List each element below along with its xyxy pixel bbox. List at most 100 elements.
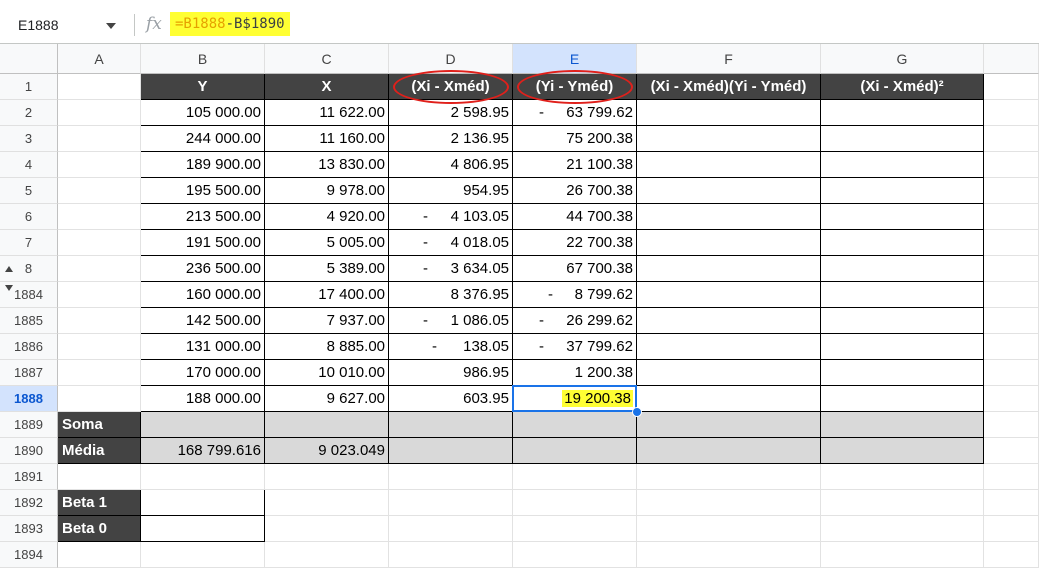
column-header-c[interactable]: C xyxy=(265,44,389,74)
cell-a1889[interactable]: Soma xyxy=(58,412,141,438)
cell-b3[interactable]: 244 000.00 xyxy=(141,126,265,152)
cell-c1[interactable]: X xyxy=(265,74,389,100)
cell-c4[interactable]: 13 830.00 xyxy=(265,152,389,178)
cell-extra-3[interactable] xyxy=(984,126,1039,152)
cell-d1[interactable]: (Xi - Xméd) xyxy=(389,74,513,100)
cell-extra-7[interactable] xyxy=(984,230,1039,256)
cell-a1884[interactable] xyxy=(58,282,141,308)
cell-extra-1[interactable] xyxy=(984,74,1039,100)
cell-c1885[interactable]: 7 937.00 xyxy=(265,308,389,334)
cell-d1890[interactable] xyxy=(389,438,513,464)
cell-d7[interactable]: 4 018.05 - xyxy=(389,230,513,256)
cell-f1894[interactable] xyxy=(637,542,821,568)
row-header-8[interactable]: 8 xyxy=(0,256,58,282)
cell-f1[interactable]: (Xi - Xméd)(Yi - Yméd) xyxy=(637,74,821,100)
cell-e1886[interactable]: 37 799.62 - xyxy=(513,334,637,360)
collapse-down-icon[interactable] xyxy=(5,285,13,291)
cell-f1892[interactable] xyxy=(637,490,821,516)
column-header-a[interactable]: A xyxy=(58,44,141,74)
cell-extra-1892[interactable] xyxy=(984,490,1039,516)
cell-extra-1886[interactable] xyxy=(984,334,1039,360)
cell-e3[interactable]: 75 200.38 xyxy=(513,126,637,152)
cell-f1893[interactable] xyxy=(637,516,821,542)
cell-d1892[interactable] xyxy=(389,490,513,516)
cell-d1884[interactable]: 8 376.95 xyxy=(389,282,513,308)
cell-d3[interactable]: 2 136.95 xyxy=(389,126,513,152)
cell-g1884[interactable] xyxy=(821,282,984,308)
cell-d1889[interactable] xyxy=(389,412,513,438)
cell-g1890[interactable] xyxy=(821,438,984,464)
cell-f4[interactable] xyxy=(637,152,821,178)
cell-d1888[interactable]: 603.95 xyxy=(389,386,513,412)
cell-extra-1884[interactable] xyxy=(984,282,1039,308)
cell-b1892[interactable] xyxy=(141,490,265,516)
cell-g6[interactable] xyxy=(821,204,984,230)
cell-b1893[interactable] xyxy=(141,516,265,542)
cell-b1891[interactable] xyxy=(141,464,265,490)
cell-f3[interactable] xyxy=(637,126,821,152)
cell-e1893[interactable] xyxy=(513,516,637,542)
cell-f1890[interactable] xyxy=(637,438,821,464)
row-header-1894[interactable]: 1894 xyxy=(0,542,58,568)
cell-b1886[interactable]: 131 000.00 xyxy=(141,334,265,360)
cell-c1891[interactable] xyxy=(265,464,389,490)
cell-g1887[interactable] xyxy=(821,360,984,386)
cell-c1888[interactable]: 9 627.00 xyxy=(265,386,389,412)
cell-e1885[interactable]: 26 299.62 - xyxy=(513,308,637,334)
cell-b1885[interactable]: 142 500.00 xyxy=(141,308,265,334)
cell-f1891[interactable] xyxy=(637,464,821,490)
cell-d1894[interactable] xyxy=(389,542,513,568)
cell-a6[interactable] xyxy=(58,204,141,230)
cell-f1884[interactable] xyxy=(637,282,821,308)
row-header-1890[interactable]: 1890 xyxy=(0,438,58,464)
cell-e8[interactable]: 67 700.38 xyxy=(513,256,637,282)
cell-a8[interactable] xyxy=(58,256,141,282)
column-header-f[interactable]: F xyxy=(637,44,821,74)
column-header-extra[interactable] xyxy=(984,44,1039,74)
cell-g5[interactable] xyxy=(821,178,984,204)
cell-a1894[interactable] xyxy=(58,542,141,568)
cell-a1887[interactable] xyxy=(58,360,141,386)
cell-extra-5[interactable] xyxy=(984,178,1039,204)
cell-c1887[interactable]: 10 010.00 xyxy=(265,360,389,386)
row-header-1884[interactable]: 1884 xyxy=(0,282,58,308)
cell-b1888[interactable]: 188 000.00 xyxy=(141,386,265,412)
cell-extra-2[interactable] xyxy=(984,100,1039,126)
cell-b4[interactable]: 189 900.00 xyxy=(141,152,265,178)
cell-g1892[interactable] xyxy=(821,490,984,516)
row-header-1892[interactable]: 1892 xyxy=(0,490,58,516)
cell-f1885[interactable] xyxy=(637,308,821,334)
row-header-1889[interactable]: 1889 xyxy=(0,412,58,438)
chevron-down-icon[interactable] xyxy=(106,23,116,29)
fill-handle[interactable] xyxy=(632,407,642,417)
cell-e1887[interactable]: 1 200.38 xyxy=(513,360,637,386)
row-header-1891[interactable]: 1891 xyxy=(0,464,58,490)
cell-c1886[interactable]: 8 885.00 xyxy=(265,334,389,360)
cell-a1886[interactable] xyxy=(58,334,141,360)
cell-d8[interactable]: 3 634.05 - xyxy=(389,256,513,282)
cell-c6[interactable]: 4 920.00 xyxy=(265,204,389,230)
cell-d1891[interactable] xyxy=(389,464,513,490)
cell-extra-8[interactable] xyxy=(984,256,1039,282)
cell-d1893[interactable] xyxy=(389,516,513,542)
cell-e7[interactable]: 22 700.38 xyxy=(513,230,637,256)
cell-a4[interactable] xyxy=(58,152,141,178)
cell-extra-6[interactable] xyxy=(984,204,1039,230)
cell-extra-1894[interactable] xyxy=(984,542,1039,568)
cell-a5[interactable] xyxy=(58,178,141,204)
cell-b7[interactable]: 191 500.00 xyxy=(141,230,265,256)
cell-a1885[interactable] xyxy=(58,308,141,334)
cell-f8[interactable] xyxy=(637,256,821,282)
cell-e4[interactable]: 21 100.38 xyxy=(513,152,637,178)
row-header-2[interactable]: 2 xyxy=(0,100,58,126)
cell-b1889[interactable] xyxy=(141,412,265,438)
cell-d5[interactable]: 954.95 xyxy=(389,178,513,204)
cell-c2[interactable]: 11 622.00 xyxy=(265,100,389,126)
cell-extra-1887[interactable] xyxy=(984,360,1039,386)
cell-e2[interactable]: 63 799.62 - xyxy=(513,100,637,126)
cell-b1894[interactable] xyxy=(141,542,265,568)
row-header-1887[interactable]: 1887 xyxy=(0,360,58,386)
cell-b1884[interactable]: 160 000.00 xyxy=(141,282,265,308)
cell-g1889[interactable] xyxy=(821,412,984,438)
cell-e1892[interactable] xyxy=(513,490,637,516)
